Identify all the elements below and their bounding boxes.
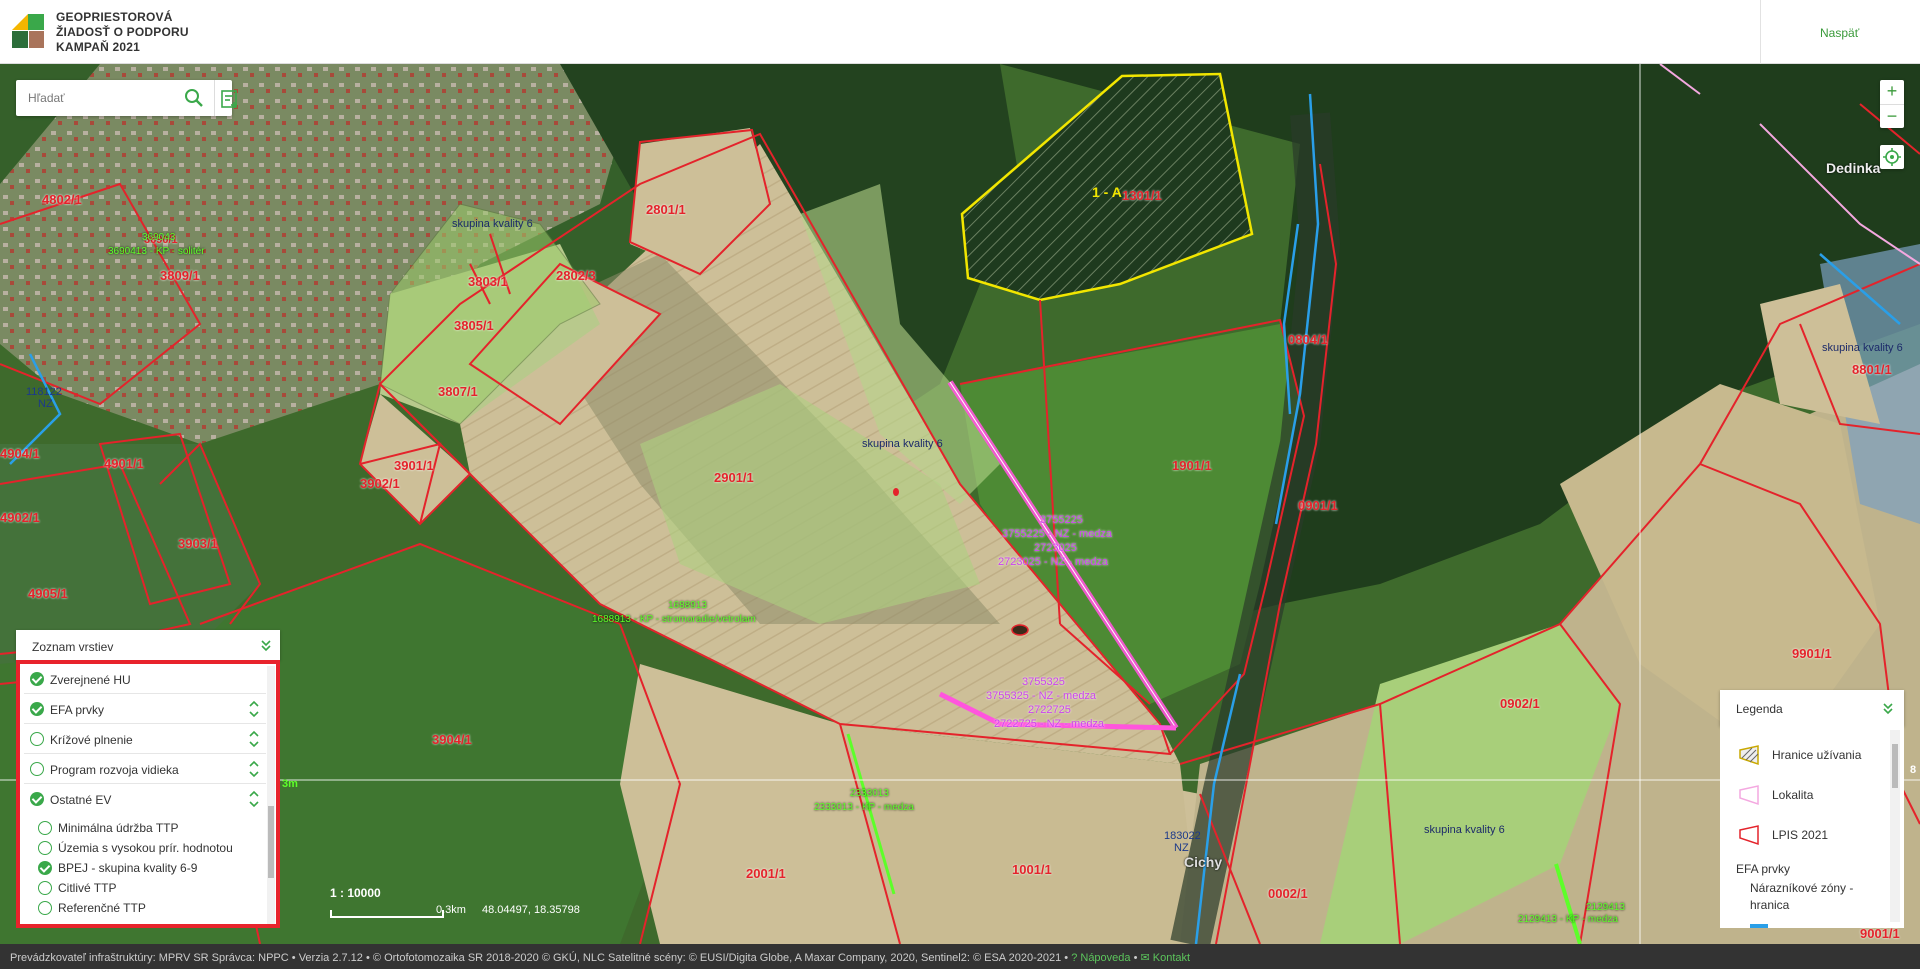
zoom-out-button[interactable]: − <box>1880 104 1904 128</box>
layers-panel-header[interactable]: Zoznam vrstiev <box>16 630 280 660</box>
nz-blue-line-icon <box>1750 924 1768 928</box>
checkbox-checked-icon[interactable] <box>38 861 52 875</box>
legend-label: Hranice užívania <box>1772 748 1862 762</box>
brand-line-3: KAMPAŇ 2021 <box>56 40 141 54</box>
filter-list-icon[interactable] <box>220 89 240 109</box>
hatched-yellow-polygon-icon <box>1739 745 1759 766</box>
checkbox-checked-icon[interactable] <box>30 792 44 806</box>
legend-group-label: EFA prvky <box>1736 862 1791 876</box>
legend-scrollbar[interactable] <box>1890 730 1900 922</box>
pink-polygon-icon <box>1739 785 1759 806</box>
sublayer-label: Územia s vysokou prír. hodnotou <box>58 841 233 855</box>
locate-icon[interactable] <box>1880 145 1904 169</box>
legend-label: LPIS 2021 <box>1772 828 1829 842</box>
zoom-control: + − <box>1880 80 1904 128</box>
legend-header[interactable]: Legenda <box>1720 690 1904 726</box>
header-divider <box>1760 0 1761 64</box>
scrollbar-thumb[interactable] <box>268 806 274 878</box>
expand-chevron-icon[interactable] <box>248 759 260 779</box>
checkbox-checked-icon[interactable] <box>30 702 44 716</box>
layer-label: Zverejnené HU <box>50 673 131 687</box>
footer-version: Verzia 2.7.12 <box>298 952 363 964</box>
sublayer-label: Citlivé TTP <box>58 881 117 895</box>
layer-label: Krížové plnenie <box>50 733 133 747</box>
app-header: GEOPRIESTOROVÁ ŽIADOSŤ O PODPORU KAMPAŇ … <box>0 0 1920 64</box>
search-bar <box>16 80 237 116</box>
help-link[interactable]: Nápoveda <box>1080 952 1130 964</box>
legend-label: Lokalita <box>1772 788 1814 802</box>
brand-line-2: ŽIADOSŤ O PODPORU <box>56 25 189 39</box>
layer-label: Ostatné EV <box>50 793 112 807</box>
scale-bar <box>330 910 444 918</box>
checkbox-unchecked-icon[interactable] <box>38 881 52 895</box>
footer: Prevádzkovateľ infraštruktúry: MPRV SR S… <box>0 944 1920 969</box>
sublayer-label: Minimálna údržba TTP <box>58 821 179 835</box>
back-link[interactable]: Naspäť <box>1820 26 1859 40</box>
app-logo <box>12 14 44 48</box>
layers-title: Zoznam vrstiev <box>32 640 114 654</box>
help-icon: ? <box>1071 952 1078 964</box>
scale-length: 0.3km <box>436 904 466 916</box>
legend-sub-label: Nárazníkové zóny - hranica <box>1750 881 1854 912</box>
scale-ratio: 1 : 10000 <box>330 886 381 900</box>
checkbox-unchecked-icon[interactable] <box>30 732 44 746</box>
map-svg[interactable] <box>0 64 1920 944</box>
legend-panel: Hranice užívania Lokalita LPIS 2021 EFA … <box>1720 726 1904 928</box>
collapse-chevron-icon[interactable] <box>248 789 260 809</box>
sublayer-label: BPEJ - skupina kvality 6-9 <box>58 861 198 875</box>
layer-item-ostatne-ev[interactable]: Ostatné EV <box>24 784 266 814</box>
layer-item-program-rozvoja-vidieka[interactable]: Program rozvoja vidieka <box>24 754 266 784</box>
checkbox-unchecked-icon[interactable] <box>30 762 44 776</box>
legend-title: Legenda <box>1736 702 1783 716</box>
layer-label: Program rozvoja vidieka <box>50 763 179 777</box>
layers-scrollbar[interactable] <box>267 666 275 924</box>
layer-item-krizove-plnenie[interactable]: Krížové plnenie <box>24 724 266 754</box>
cursor-coordinates: 48.04497, 18.35798 <box>482 904 580 916</box>
layers-panel: Zverejnené HU EFA prvky Krížové plnenie … <box>16 660 280 928</box>
footer-provider: Prevádzkovateľ infraštruktúry: MPRV SR S… <box>10 952 289 964</box>
checkbox-checked-icon[interactable] <box>30 672 44 686</box>
layer-item-zverejnene-hu[interactable]: Zverejnené HU <box>24 664 266 694</box>
sublayer-label: Referenčné TTP <box>58 901 146 915</box>
layer-item-efa-prvky[interactable]: EFA prvky <box>24 694 266 724</box>
map-canvas[interactable]: 3810/1 4802/1 3690/1 3809/1 3803/1 3805/… <box>0 64 1920 944</box>
checkbox-unchecked-icon[interactable] <box>38 901 52 915</box>
chevron-down-icon[interactable] <box>1882 701 1894 715</box>
search-input[interactable] <box>16 80 166 116</box>
expand-chevron-icon[interactable] <box>248 729 260 749</box>
zoom-in-button[interactable]: + <box>1880 80 1904 104</box>
red-polygon-icon <box>1739 825 1759 846</box>
mail-icon: ✉ <box>1140 952 1150 964</box>
expand-chevron-icon[interactable] <box>248 699 260 719</box>
search-icon[interactable] <box>184 88 204 108</box>
chevron-down-icon[interactable] <box>260 638 272 652</box>
app-brand: GEOPRIESTOROVÁ ŽIADOSŤ O PODPORU KAMPAŇ … <box>56 10 189 55</box>
checkbox-unchecked-icon[interactable] <box>38 841 52 855</box>
footer-copyright: © Ortofotomozaika SR 2018-2020 © GKÚ, NL… <box>372 952 1062 964</box>
contact-link[interactable]: Kontakt <box>1153 952 1190 964</box>
search-divider <box>214 80 215 116</box>
checkbox-unchecked-icon[interactable] <box>38 821 52 835</box>
layer-label: EFA prvky <box>50 703 105 717</box>
scrollbar-thumb[interactable] <box>1892 744 1898 788</box>
brand-line-1: GEOPRIESTOROVÁ <box>56 10 173 24</box>
